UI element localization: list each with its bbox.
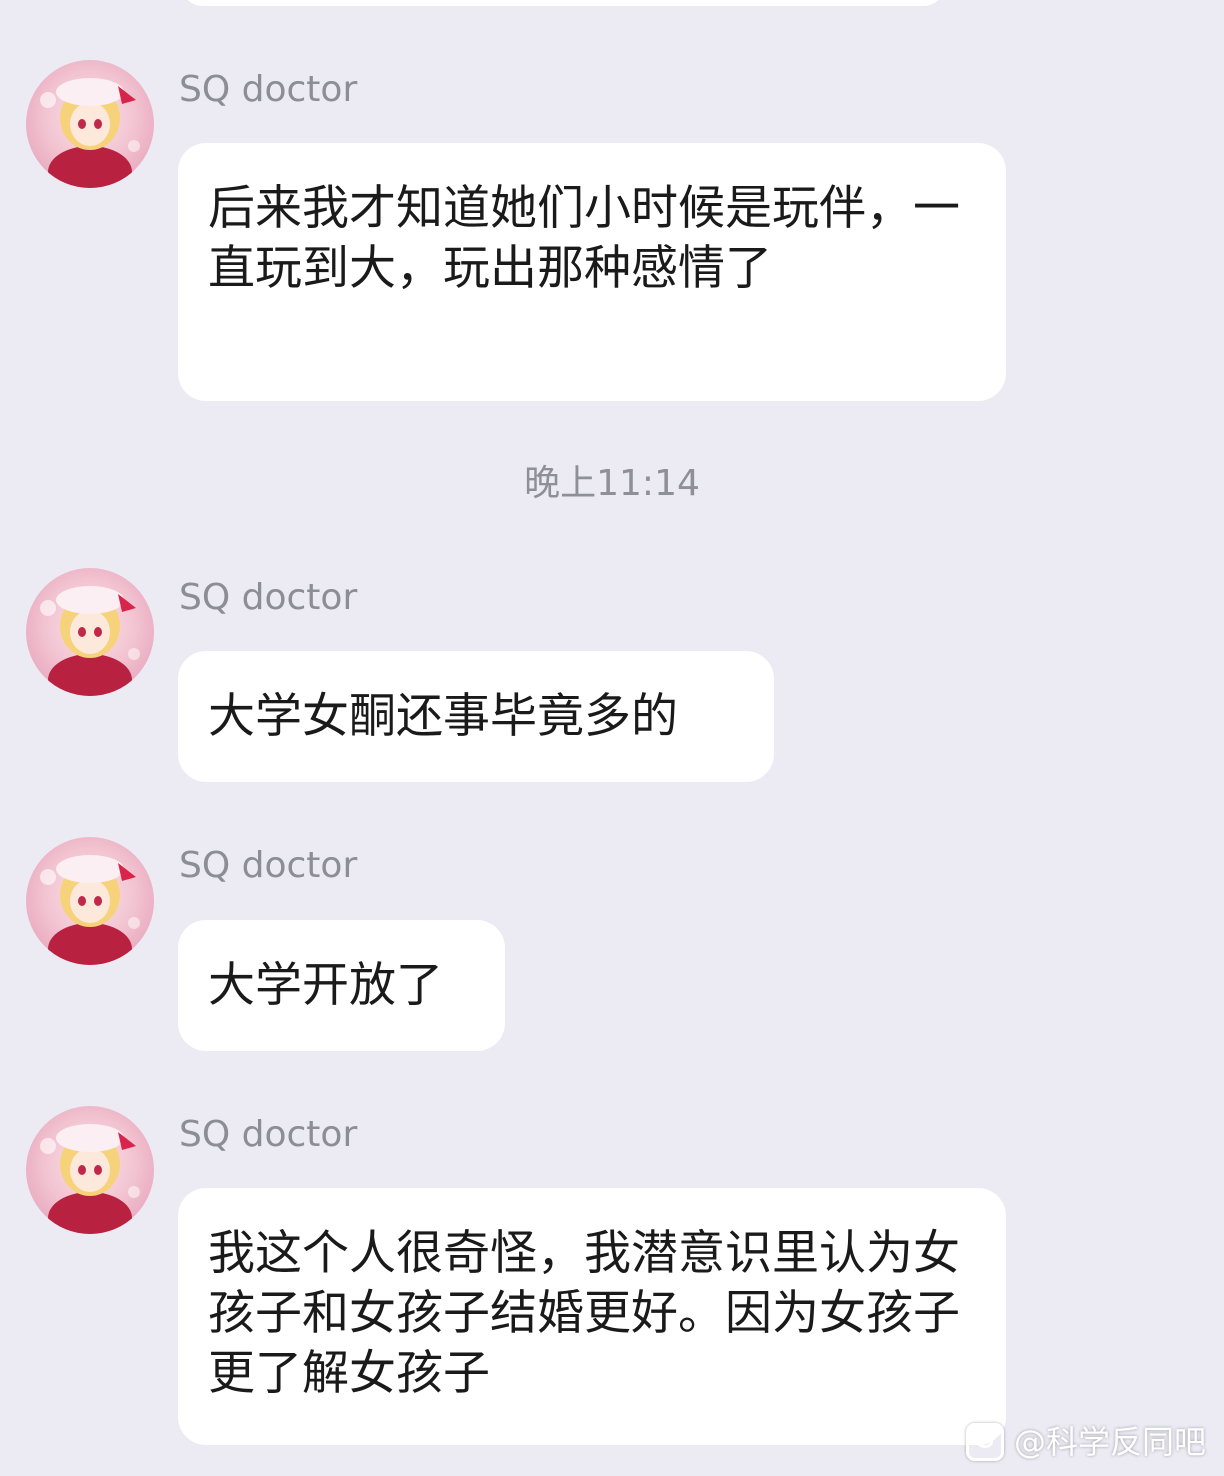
sender-avatar[interactable] bbox=[26, 568, 154, 696]
message-bubble[interactable]: 大学开放了 bbox=[178, 920, 505, 1051]
time-divider: 晚上11:14 bbox=[524, 463, 700, 504]
sender-name: SQ doctor bbox=[179, 69, 358, 110]
message-bubble[interactable]: 大学女酮还事毕竟多的 bbox=[178, 651, 774, 782]
message-bubble[interactable]: 我这个人很奇怪，我潜意识里认为女孩子和女孩子结婚更好。因为女孩子更了解女孩子 bbox=[178, 1188, 1006, 1445]
sender-name: SQ doctor bbox=[179, 577, 358, 618]
tieba-logo-icon bbox=[965, 1423, 1004, 1461]
message-bubble[interactable]: 后来我才知道她们小时候是玩伴，一直玩到大，玩出那种感情了 bbox=[178, 143, 1006, 401]
sender-avatar[interactable] bbox=[26, 1106, 154, 1234]
previous-message-bubble bbox=[180, 0, 946, 6]
sender-name: SQ doctor bbox=[179, 845, 358, 886]
sender-name: SQ doctor bbox=[179, 1114, 358, 1155]
sender-avatar[interactable] bbox=[26, 837, 154, 965]
sender-avatar[interactable] bbox=[26, 60, 154, 188]
watermark: @科学反同吧 bbox=[965, 1422, 1206, 1462]
watermark-text: @科学反同吧 bbox=[1013, 1423, 1206, 1461]
